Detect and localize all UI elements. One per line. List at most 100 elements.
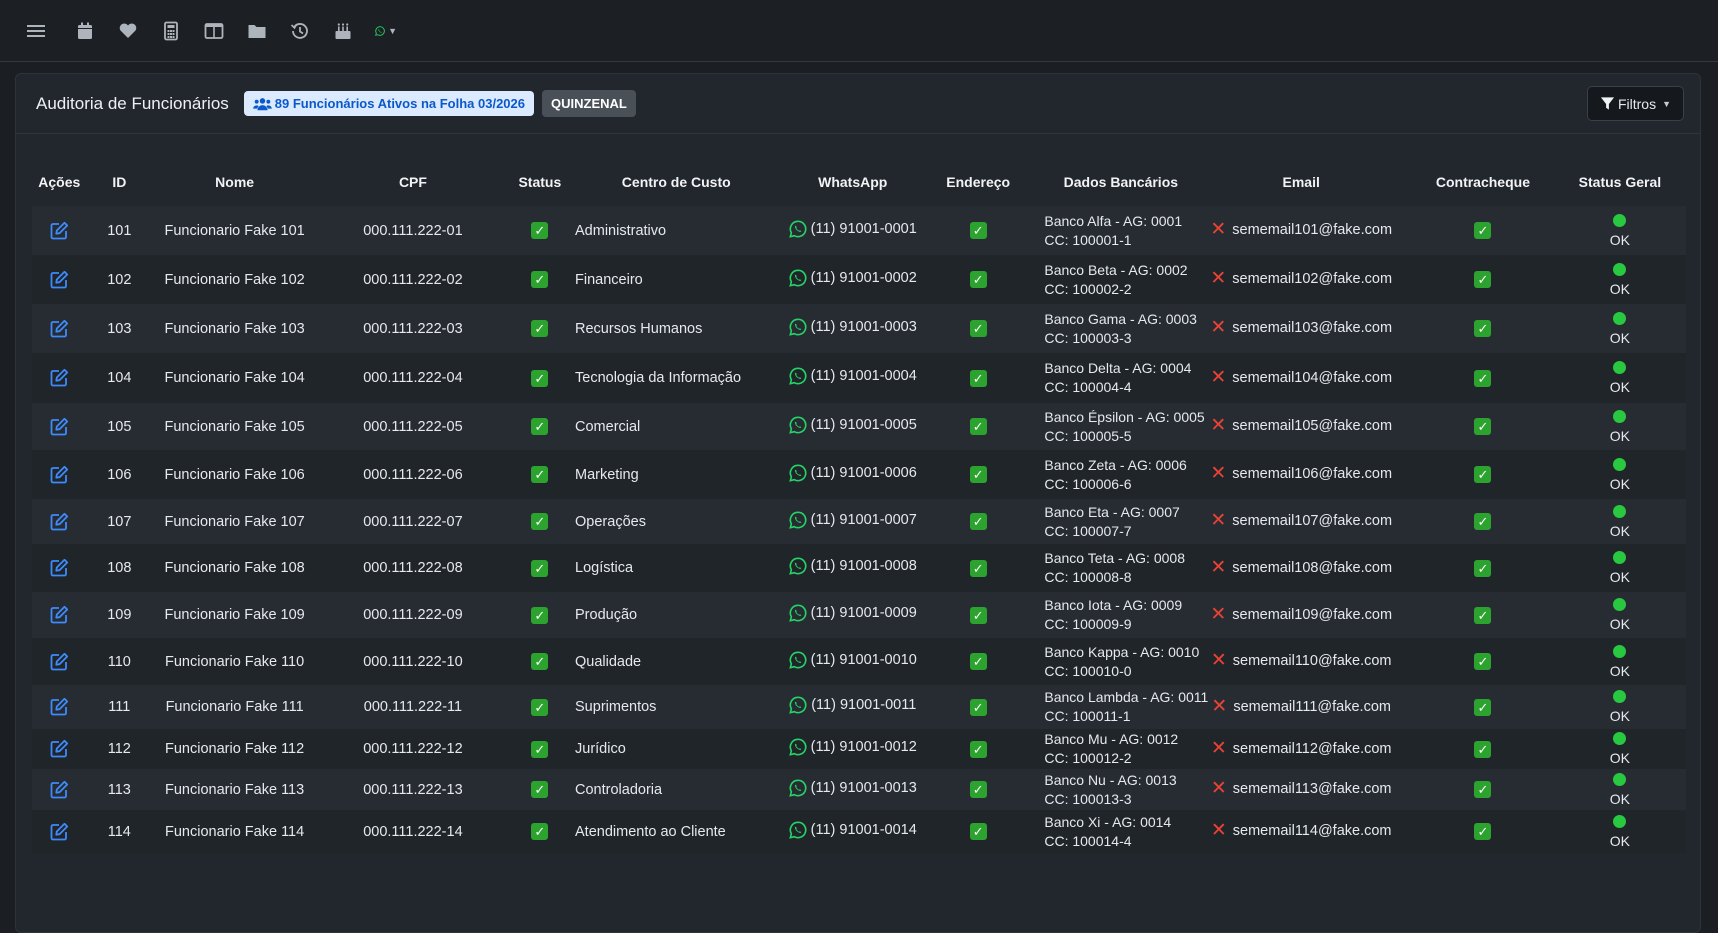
col-acoes[interactable]: Ações xyxy=(32,159,87,206)
status-cell: ✓ xyxy=(509,304,571,353)
menu-icon[interactable] xyxy=(25,20,47,42)
card-header: Auditoria de Funcionários 89 Funcionário… xyxy=(16,74,1700,134)
col-dados-bancarios[interactable]: Dados Bancários xyxy=(1032,159,1209,206)
filters-button[interactable]: Filtros ▼ xyxy=(1586,86,1684,121)
cost-center-cell: Comercial xyxy=(575,418,641,435)
check-icon: ✓ xyxy=(969,418,987,435)
whatsapp-icon xyxy=(375,25,385,36)
history-icon[interactable] xyxy=(289,20,311,42)
status-dot-icon xyxy=(1613,504,1627,518)
heart-icon[interactable] xyxy=(117,20,139,42)
col-nome[interactable]: Nome xyxy=(152,159,317,206)
col-status[interactable]: Status xyxy=(509,159,571,206)
bank-cell: Banco Épsilon - AG: 0005 CC: 100005-5 xyxy=(1032,403,1209,450)
whatsapp-link[interactable]: (11) 91001-0013 xyxy=(788,779,917,797)
x-icon: ✕ xyxy=(1210,603,1227,625)
filters-label: Filtros xyxy=(1617,95,1657,112)
table-row: 104 Funcionario Fake 104 000.111.222-04 … xyxy=(32,353,1686,403)
col-id[interactable]: ID xyxy=(87,159,152,206)
birthday-cake-icon[interactable] xyxy=(332,20,354,42)
table-row: 101 Funcionario Fake 101 000.111.222-01 … xyxy=(32,206,1686,255)
status-dot-icon xyxy=(1613,644,1627,658)
address-cell: ✓ xyxy=(924,206,1032,255)
x-icon: ✕ xyxy=(1210,219,1227,240)
col-status-geral[interactable]: Status Geral xyxy=(1573,159,1686,206)
name-cell: Funcionario Fake 114 xyxy=(165,823,305,840)
overall-status-cell: OK xyxy=(1573,685,1686,729)
status-dot-icon xyxy=(1613,772,1627,786)
status-dot-icon xyxy=(1613,457,1627,471)
payslip-cell: ✓ xyxy=(1393,729,1573,769)
col-endereco[interactable]: Endereço xyxy=(924,159,1032,206)
cpf-cell: 000.111.222-03 xyxy=(363,320,463,337)
col-whatsapp[interactable]: WhatsApp xyxy=(781,159,924,206)
edit-icon[interactable] xyxy=(49,652,69,672)
columns-icon[interactable] xyxy=(203,20,225,42)
whatsapp-link[interactable]: (11) 91001-0007 xyxy=(788,511,917,529)
whatsapp-icon xyxy=(788,651,807,669)
name-cell: Funcionario Fake 103 xyxy=(164,320,305,337)
bank-cell: Banco Iota - AG: 0009 CC: 100009-9 xyxy=(1032,592,1209,638)
col-email[interactable]: Email xyxy=(1209,159,1393,206)
edit-icon[interactable] xyxy=(49,417,69,437)
edit-icon[interactable] xyxy=(49,465,69,485)
email-text: sememail114@fake.com xyxy=(1232,823,1392,839)
bank-name-agency: Banco Mu - AG: 0012 xyxy=(1044,731,1179,747)
edit-icon[interactable] xyxy=(49,605,69,625)
address-cell: ✓ xyxy=(924,499,1032,544)
x-icon: ✕ xyxy=(1211,695,1228,717)
whatsapp-number: (11) 91001-0013 xyxy=(810,779,917,796)
email-text: sememail103@fake.com xyxy=(1232,320,1393,336)
whatsapp-link[interactable]: (11) 91001-0011 xyxy=(789,696,916,714)
page-title: Auditoria de Funcionários xyxy=(36,93,229,113)
bank-account: CC: 100008-8 xyxy=(1044,569,1132,585)
actions-cell xyxy=(32,592,87,638)
whatsapp-link[interactable]: (11) 91001-0002 xyxy=(788,269,917,287)
edit-icon[interactable] xyxy=(49,780,69,800)
calendar-icon[interactable] xyxy=(74,20,96,42)
table-row: 111 Funcionario Fake 111 000.111.222-11 … xyxy=(32,685,1686,729)
edit-icon[interactable] xyxy=(49,368,69,388)
whatsapp-number: (11) 91001-0001 xyxy=(810,220,917,237)
bank-cell: Banco Beta - AG: 0002 CC: 100002-2 xyxy=(1032,255,1209,304)
col-cpf[interactable]: CPF xyxy=(317,159,509,206)
actions-cell xyxy=(32,206,87,255)
status-cell: ✓ xyxy=(509,638,571,685)
check-icon: ✓ xyxy=(531,418,549,435)
whatsapp-link[interactable]: (11) 91001-0010 xyxy=(788,651,917,669)
col-centro-custo[interactable]: Centro de Custo xyxy=(571,159,781,206)
edit-icon[interactable] xyxy=(49,822,69,842)
bank-account: CC: 100009-9 xyxy=(1044,616,1132,632)
top-toolbar: ▼ xyxy=(0,0,1718,62)
check-icon: ✓ xyxy=(969,513,987,530)
email-text: sememail107@fake.com xyxy=(1232,513,1393,529)
whatsapp-link[interactable]: (11) 91001-0006 xyxy=(788,464,917,482)
folder-icon[interactable] xyxy=(246,20,268,42)
col-contracheque[interactable]: Contracheque xyxy=(1393,159,1573,206)
audit-card: Auditoria de Funcionários 89 Funcionário… xyxy=(15,73,1701,933)
edit-icon[interactable] xyxy=(49,697,69,717)
edit-icon[interactable] xyxy=(49,270,69,290)
edit-icon[interactable] xyxy=(49,512,69,532)
whatsapp-link[interactable]: (11) 91001-0009 xyxy=(788,604,917,622)
whatsapp-icon xyxy=(788,367,807,385)
whatsapp-link[interactable]: (11) 91001-0008 xyxy=(788,557,917,575)
whatsapp-link[interactable]: (11) 91001-0001 xyxy=(788,220,917,238)
whatsapp-link[interactable]: (11) 91001-0012 xyxy=(788,738,917,756)
edit-icon[interactable] xyxy=(49,558,69,578)
edit-icon[interactable] xyxy=(49,319,69,339)
edit-icon[interactable] xyxy=(49,221,69,241)
status-cell: ✓ xyxy=(509,450,571,499)
actions-cell xyxy=(32,353,87,403)
calculator-icon[interactable] xyxy=(160,20,182,42)
overall-status-cell: OK xyxy=(1573,255,1686,304)
email-text: sememail109@fake.com xyxy=(1232,606,1393,623)
whatsapp-link[interactable]: (11) 91001-0003 xyxy=(788,318,917,336)
address-cell: ✓ xyxy=(924,685,1032,729)
whatsapp-link[interactable]: (11) 91001-0014 xyxy=(788,821,917,839)
whatsapp-link[interactable]: (11) 91001-0004 xyxy=(788,367,917,385)
edit-icon[interactable] xyxy=(49,739,69,759)
whatsapp-link[interactable]: (11) 91001-0005 xyxy=(788,416,917,434)
whatsapp-dropdown[interactable]: ▼ xyxy=(375,20,397,42)
name-cell: Funcionario Fake 106 xyxy=(164,466,305,483)
